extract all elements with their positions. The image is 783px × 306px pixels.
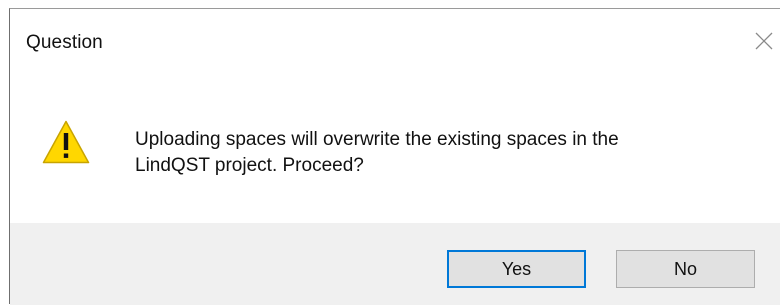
- title-bar: Question: [10, 9, 780, 73]
- message-line-2: LindQST project. Proceed?: [135, 155, 364, 176]
- close-icon: [755, 32, 773, 50]
- close-button[interactable]: [748, 27, 778, 57]
- dialog-title: Question: [26, 32, 103, 53]
- message-line-1: Uploading spaces will overwrite the exis…: [135, 129, 619, 150]
- button-bar: Yes No: [10, 223, 780, 305]
- yes-button[interactable]: Yes: [447, 250, 586, 288]
- warning-icon: [42, 120, 90, 164]
- question-dialog: Question Uploading spaces will overwrite…: [9, 8, 780, 305]
- dialog-content: Uploading spaces will overwrite the exis…: [10, 73, 780, 223]
- no-button[interactable]: No: [616, 250, 755, 288]
- dialog-message: Uploading spaces will overwrite the exis…: [135, 127, 755, 179]
